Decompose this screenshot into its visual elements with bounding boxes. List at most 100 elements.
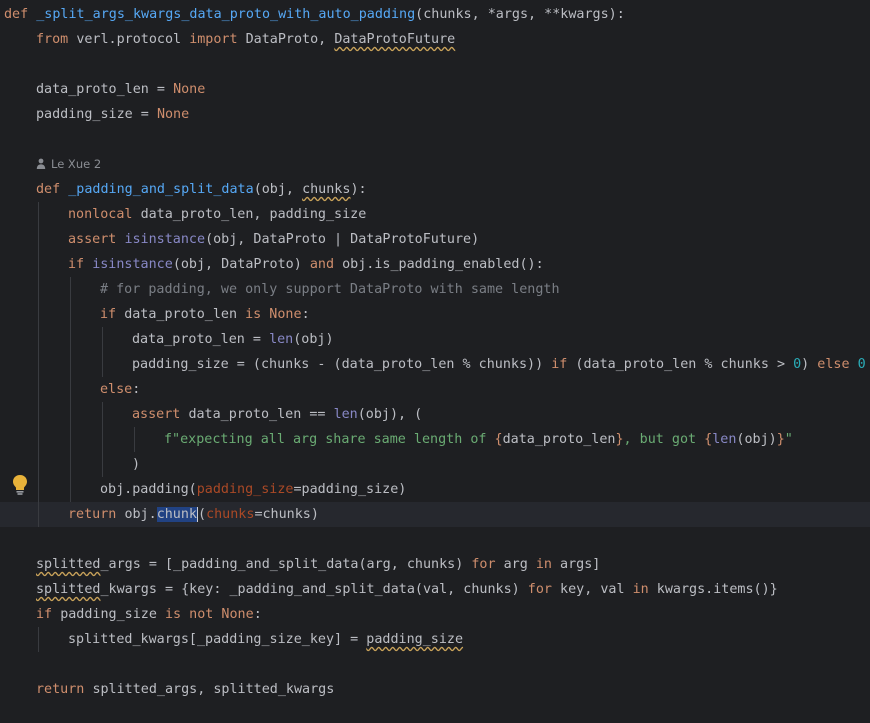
- code-token: splitted_args, splitted_kwargs: [92, 682, 335, 697]
- code-token: =chunks): [254, 507, 319, 522]
- code-token: isinstance: [124, 232, 206, 247]
- code-token: (obj, DataProto | DataProtoFuture): [205, 232, 480, 247]
- code-token: in: [535, 557, 561, 572]
- code-editor[interactable]: def _split_args_kwargs_data_proto_with_a…: [0, 0, 870, 723]
- code-token: # for padding, we only support DataProto…: [100, 282, 560, 297]
- code-line[interactable]: data_proto_len = None: [0, 77, 870, 102]
- code-token: data_proto_len: [502, 432, 616, 447]
- code-line[interactable]: if data_proto_len is None:: [0, 302, 870, 327]
- code-line[interactable]: ): [0, 452, 870, 477]
- code-token: ": [784, 432, 793, 447]
- code-token: {: [494, 432, 503, 447]
- code-line[interactable]: assert isinstance(obj, DataProto | DataP…: [0, 227, 870, 252]
- indent-guide: [38, 627, 39, 652]
- indent-guide: [70, 277, 71, 502]
- code-token: DataProtoFuture: [334, 32, 456, 47]
- code-token: :: [253, 607, 262, 622]
- person-icon: [36, 153, 46, 169]
- code-token: (obj): [293, 332, 334, 347]
- code-token: kwargs.items()}: [656, 582, 778, 597]
- code-token: arg: [503, 557, 536, 572]
- code-token: 0: [793, 357, 802, 372]
- code-token: else: [100, 382, 133, 397]
- code-token: f"expecting all arg share same length of: [164, 432, 495, 447]
- code-token: _args = [_padding_and_split_data(arg, ch…: [100, 557, 472, 572]
- code-line[interactable]: data_proto_len = len(obj): [0, 327, 870, 352]
- code-token: data_proto_len =: [36, 82, 174, 97]
- code-line[interactable]: return obj.chunk(chunks=chunks): [0, 502, 870, 527]
- code-token: ): [801, 357, 818, 372]
- code-token: in: [632, 582, 657, 597]
- code-line[interactable]: splitted_kwargs[_padding_size_key] = pad…: [0, 627, 870, 652]
- code-token: data_proto_len =: [132, 332, 270, 347]
- code-line[interactable]: splitted_kwargs = {key: _padding_and_spl…: [0, 577, 870, 602]
- code-token: _kwargs = {key: _padding_and_split_data(…: [100, 582, 528, 597]
- code-token: chunks: [302, 182, 351, 197]
- code-token: data_proto_len: [124, 307, 246, 322]
- lightbulb-icon[interactable]: [12, 474, 28, 496]
- code-token: data_proto_len ==: [188, 407, 334, 422]
- code-line[interactable]: return splitted_args, splitted_kwargs: [0, 677, 870, 702]
- code-token: _split_args_kwargs_data_proto_with_auto_…: [36, 7, 416, 22]
- code-token: else: [817, 357, 858, 372]
- code-token: args]: [560, 557, 601, 572]
- code-line[interactable]: else:: [0, 377, 870, 402]
- code-token: splitted_kwargs[_padding_size_key] =: [68, 632, 367, 647]
- code-token: and: [309, 257, 343, 272]
- code-token: (obj): [736, 432, 777, 447]
- code-line[interactable]: padding_size = None: [0, 102, 870, 127]
- code-line[interactable]: def _split_args_kwargs_data_proto_with_a…: [0, 2, 870, 27]
- code-token: for: [527, 582, 561, 597]
- code-line[interactable]: obj.padding(padding_size=padding_size): [0, 477, 870, 502]
- code-token: len: [712, 432, 737, 447]
- code-token: ):: [350, 182, 367, 197]
- code-token: splitted: [36, 582, 101, 597]
- code-line[interactable]: assert data_proto_len == len(obj), (: [0, 402, 870, 427]
- code-line[interactable]: # for padding, we only support DataProto…: [0, 277, 870, 302]
- code-token: def: [4, 7, 37, 22]
- author-hint-text: Le Xue 2: [51, 157, 102, 171]
- indent-guide: [102, 402, 103, 477]
- code-line[interactable]: def _padding_and_split_data(obj, chunks)…: [0, 177, 870, 202]
- code-token: }: [776, 432, 785, 447]
- code-line[interactable]: nonlocal data_proto_len, padding_size: [0, 202, 870, 227]
- code-token: is not None: [165, 607, 254, 622]
- code-line[interactable]: [0, 52, 870, 77]
- code-line[interactable]: padding_size = (chunks - (data_proto_len…: [0, 352, 870, 377]
- code-line[interactable]: [0, 127, 870, 152]
- code-token: (obj), (: [357, 407, 423, 422]
- code-token: =padding_size): [293, 482, 407, 497]
- code-line[interactable]: if padding_size is not None:: [0, 602, 870, 627]
- code-token: if: [68, 257, 93, 272]
- code-line[interactable]: f"expecting all arg share same length of…: [0, 427, 870, 452]
- code-token: obj.padding(: [100, 482, 197, 497]
- code-token: (obj,: [253, 182, 303, 197]
- code-token: ): [132, 457, 141, 472]
- code-token: isinstance: [92, 257, 173, 272]
- code-line[interactable]: if isinstance(obj, DataProto) and obj.is…: [0, 252, 870, 277]
- code-token: is None: [245, 307, 302, 322]
- code-token: verl.protocol: [76, 32, 190, 47]
- code-author-hint[interactable]: Le Xue 2: [36, 152, 336, 177]
- code-token: DataProto,: [245, 32, 335, 47]
- code-token: chunks: [206, 507, 255, 522]
- code-line[interactable]: splitted_args = [_padding_and_split_data…: [0, 552, 870, 577]
- code-line[interactable]: [0, 527, 870, 552]
- code-token: _padding_and_split_data: [68, 182, 254, 197]
- code-token: nonlocal: [68, 207, 141, 222]
- code-token: padding_size = (chunks - (data_proto_len…: [132, 357, 552, 372]
- code-token: (: [198, 507, 207, 522]
- code-line[interactable]: [0, 652, 870, 677]
- code-token: padding_size: [196, 482, 294, 497]
- code-token: 0: [857, 357, 866, 372]
- code-token: len: [269, 332, 294, 347]
- code-token: import: [189, 32, 246, 47]
- code-token: for: [471, 557, 504, 572]
- code-token: def: [36, 182, 69, 197]
- code-token: len: [333, 407, 358, 422]
- code-token: None: [156, 107, 190, 122]
- code-token: return: [36, 682, 93, 697]
- code-token: padding_size =: [36, 107, 157, 122]
- code-line[interactable]: from verl.protocol import DataProto, Dat…: [0, 27, 870, 52]
- code-token: assert: [68, 232, 125, 247]
